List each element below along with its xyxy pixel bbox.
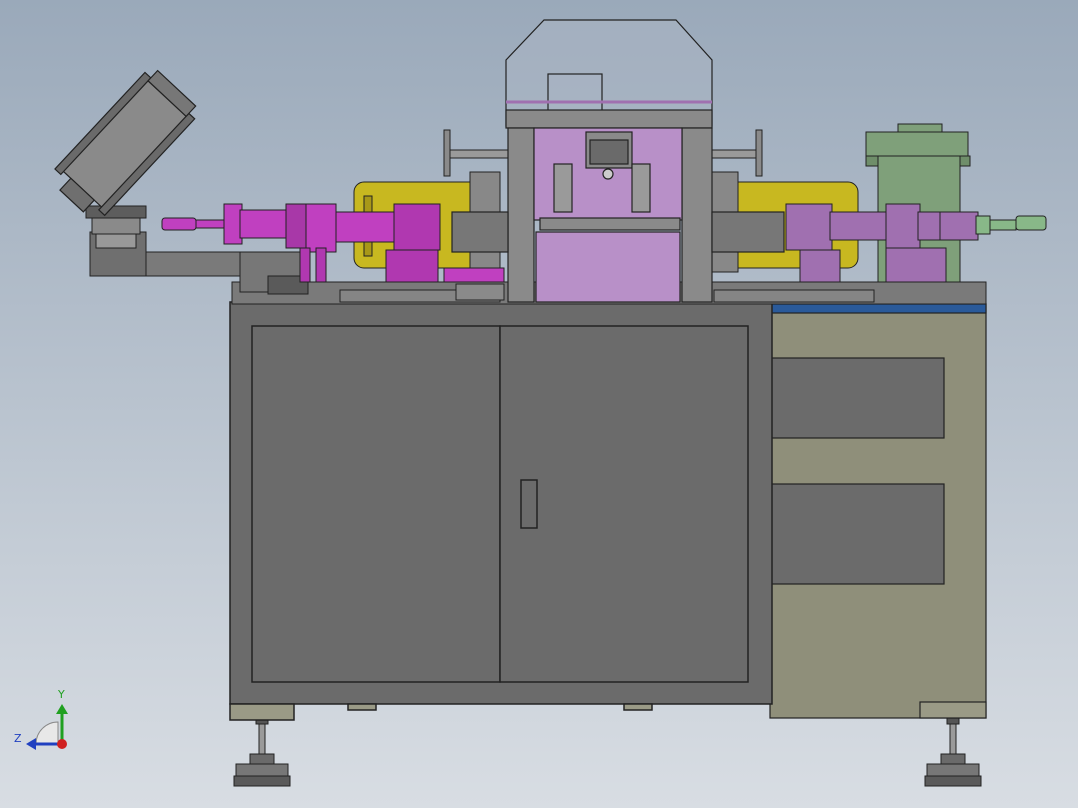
right-frame-panel [769,303,987,719]
cad-viewport[interactable]: Y Z [0,0,1078,808]
x-axis-origin [57,739,67,749]
cabinet-door-left[interactable] [251,325,501,683]
cabinet [229,301,773,721]
door-handle[interactable] [520,479,538,529]
z-axis-label: Z [14,732,22,745]
y-axis-label: Y [58,688,65,701]
machine-assembly-drawing [0,0,1078,808]
